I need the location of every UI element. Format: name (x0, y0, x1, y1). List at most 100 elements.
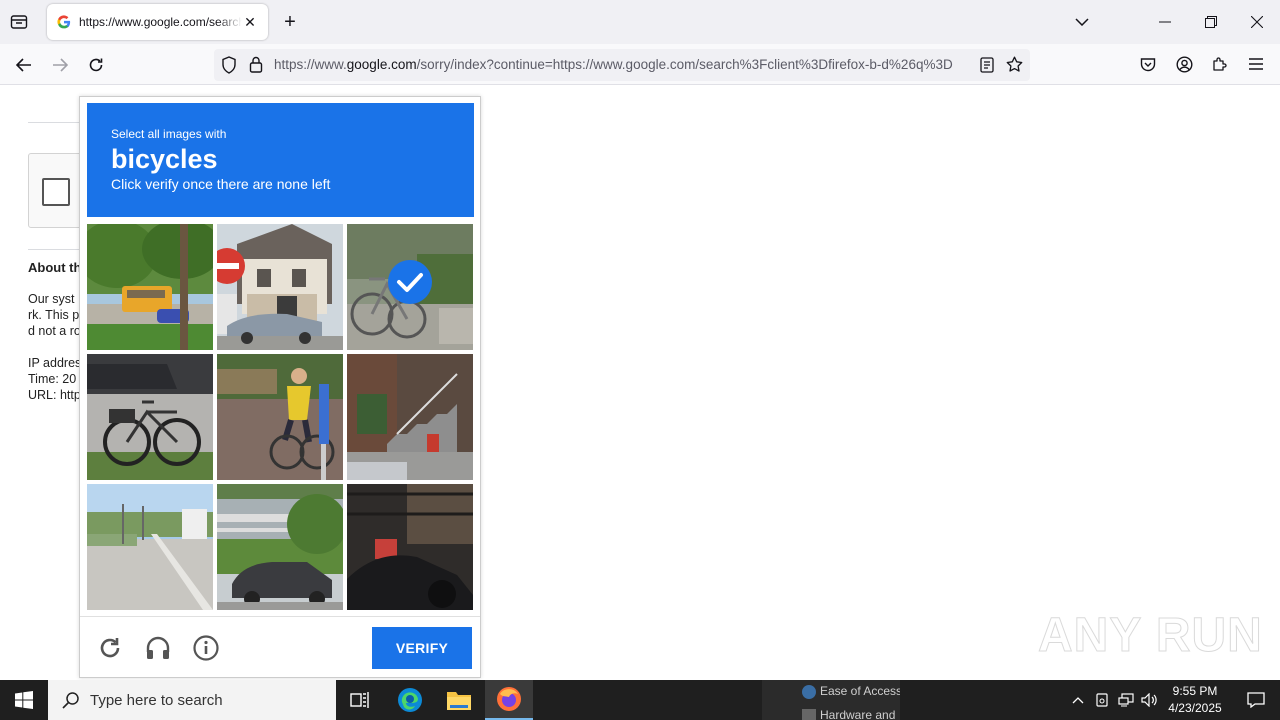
refresh-icon (100, 638, 120, 658)
info-line: IP addres (28, 356, 82, 370)
url-prefix: https://www. (274, 57, 347, 72)
device-icon-button[interactable] (1090, 680, 1114, 720)
task-view-button[interactable] (336, 680, 384, 720)
pocket-button[interactable] (1138, 54, 1158, 74)
network-icon (1118, 693, 1134, 707)
address-bar[interactable]: https://www.google.com/sorry/index?conti… (214, 49, 1030, 81)
about-line: Our syst (28, 292, 75, 306)
image-tile-6[interactable] (347, 354, 473, 480)
device-icon (1096, 693, 1108, 707)
tab-strip: https://www.google.com/search ✕ + (0, 0, 1280, 44)
reload-challenge-button[interactable] (95, 633, 125, 663)
verify-button[interactable]: VERIFY (372, 627, 472, 669)
app-menu-button[interactable] (1246, 54, 1266, 74)
challenge-header: Select all images with bicycles Click ve… (87, 103, 474, 217)
reload-icon (89, 58, 103, 72)
recaptcha-checkbox[interactable] (42, 178, 70, 206)
challenge-footer: VERIFY (80, 616, 480, 678)
tray-item-label: Hardware and (820, 708, 896, 720)
speaker-icon (1141, 693, 1157, 707)
forward-arrow-icon (53, 58, 68, 72)
new-tab-button[interactable]: + (280, 11, 300, 33)
volume-button[interactable] (1138, 680, 1162, 720)
url-domain: google.com (346, 57, 417, 72)
tracking-protection-icon[interactable] (221, 56, 237, 77)
about-heading: About th (28, 260, 82, 275)
tray-item: Hardware and (802, 708, 895, 720)
image-tile-4[interactable] (87, 354, 213, 480)
tray-item: Ease of Access (802, 684, 900, 699)
notification-tray-overlay: Ease of Access Hardware and (762, 680, 900, 720)
list-all-tabs-button[interactable] (1072, 12, 1092, 32)
action-center-button[interactable] (1232, 680, 1280, 720)
task-view-icon (350, 692, 369, 708)
firefox-icon (497, 687, 521, 711)
tab-title: https://www.google.com/search (79, 15, 242, 29)
show-hidden-icons-button[interactable] (1066, 680, 1090, 720)
lock-icon[interactable] (249, 56, 263, 76)
minimize-icon (1159, 21, 1171, 23)
restore-button[interactable] (1196, 12, 1226, 32)
about-line: rk. This p (28, 308, 80, 322)
navigation-toolbar: https://www.google.com/sorry/index?conti… (0, 44, 1280, 85)
instruction-subtext: Click verify once there are none left (111, 176, 331, 192)
folder-icon (447, 692, 471, 710)
ease-of-access-icon (802, 684, 816, 699)
minimize-button[interactable] (1150, 12, 1180, 32)
search-icon (62, 692, 79, 709)
windows-logo-icon (15, 691, 33, 709)
close-icon (1251, 16, 1263, 28)
info-line: Time: 20 (28, 372, 77, 386)
edge-browser-icon (398, 688, 422, 712)
help-info-button[interactable] (191, 633, 221, 663)
clock-time: 9:55 PM (1172, 684, 1218, 698)
firefox-view-button[interactable] (8, 12, 30, 32)
info-line: URL: http (28, 388, 81, 402)
hamburger-menu-icon (1249, 58, 1263, 70)
browser-tab[interactable]: https://www.google.com/search ✕ (47, 4, 268, 40)
instruction-text: Select all images with (111, 127, 227, 141)
checkmark-selected-icon (388, 260, 432, 304)
image-tile-7[interactable] (87, 484, 213, 610)
puzzle-icon (1213, 57, 1227, 71)
captcha-challenge-popup: Select all images with bicycles Click ve… (79, 96, 481, 678)
notification-icon (1247, 692, 1265, 708)
windows-taskbar: Type here to search Ease of Access Hardw… (0, 680, 1280, 720)
image-tile-2[interactable] (217, 224, 343, 350)
close-tab-icon[interactable]: ✕ (242, 14, 258, 30)
search-placeholder: Type here to search (90, 691, 223, 709)
bookmark-star-icon[interactable] (1006, 56, 1023, 76)
image-tile-3[interactable] (347, 224, 473, 350)
chevron-down-icon (1075, 18, 1089, 26)
network-button[interactable] (1114, 680, 1138, 720)
reload-button[interactable] (84, 54, 108, 76)
image-tile-5[interactable] (217, 354, 343, 480)
extensions-button[interactable] (1210, 54, 1230, 74)
pocket-icon (1140, 57, 1156, 71)
clock-date: 4/23/2025 (1168, 701, 1222, 715)
forward-button[interactable] (48, 54, 72, 76)
file-explorer-taskbar-button[interactable] (435, 680, 483, 720)
reader-view-icon[interactable] (980, 57, 994, 76)
image-grid (87, 224, 474, 610)
close-window-button[interactable] (1242, 12, 1272, 32)
back-arrow-icon (16, 58, 31, 72)
chevron-up-icon (1072, 697, 1084, 704)
image-tile-9[interactable] (347, 484, 473, 610)
audio-challenge-button[interactable] (143, 633, 173, 663)
image-tile-8[interactable] (217, 484, 343, 610)
back-button[interactable] (12, 54, 36, 76)
account-button[interactable] (1174, 54, 1194, 74)
taskbar-search-box[interactable]: Type here to search (48, 680, 336, 720)
url-text[interactable]: https://www.google.com/sorry/index?conti… (274, 57, 969, 72)
edge-taskbar-button[interactable] (386, 680, 434, 720)
firefox-taskbar-button[interactable] (485, 680, 533, 720)
url-path: /sorry/index?continue=https://www.google… (416, 57, 953, 72)
system-clock[interactable]: 9:55 PM 4/23/2025 (1160, 683, 1230, 717)
firefox-view-icon (10, 15, 28, 29)
google-favicon-icon (57, 15, 71, 29)
image-tile-1[interactable] (87, 224, 213, 350)
account-icon (1175, 55, 1193, 73)
start-button[interactable] (0, 680, 48, 720)
watermark-text: ANY RUN (1038, 609, 1263, 663)
